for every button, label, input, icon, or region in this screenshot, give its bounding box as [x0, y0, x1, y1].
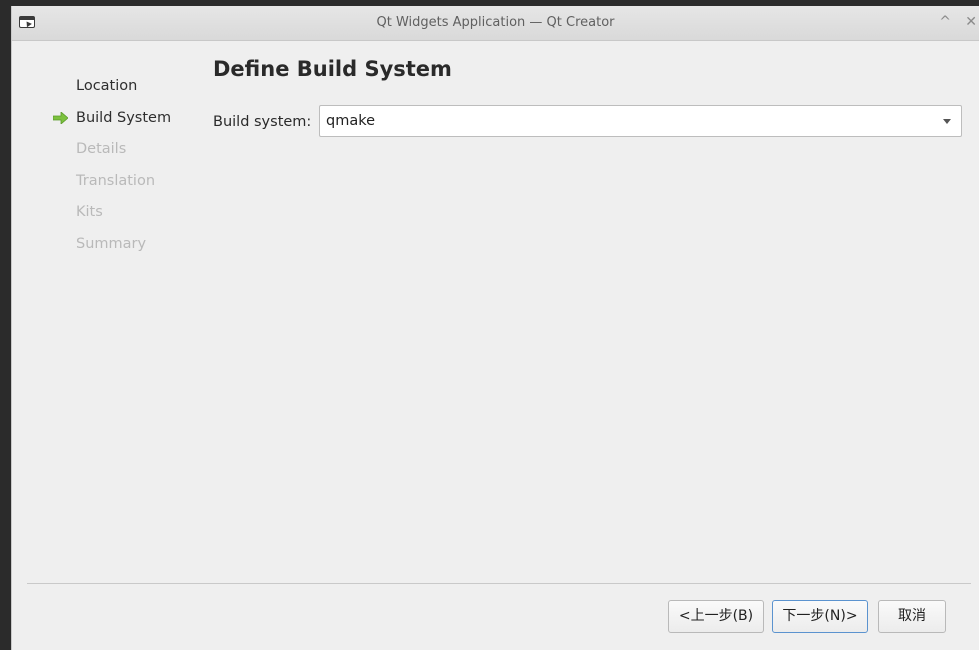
green-arrow-icon	[53, 111, 68, 124]
step-label: Build System	[76, 109, 172, 126]
wizard-window: Qt Widgets Application — Qt Creator ^ ✕ …	[11, 6, 979, 650]
build-system-value: qmake	[326, 113, 376, 129]
step-location: Location	[12, 78, 192, 110]
step-translation: Translation	[12, 173, 192, 205]
build-system-select[interactable]: qmake	[319, 105, 962, 137]
page-title: Define Build System	[213, 57, 452, 81]
shade-button[interactable]: ^	[939, 14, 951, 30]
back-button[interactable]: <上一步(B)	[668, 600, 764, 633]
step-summary: Summary	[12, 236, 192, 268]
window-title: Qt Widgets Application — Qt Creator	[376, 15, 615, 30]
step-details: Details	[12, 141, 192, 173]
step-kits: Kits	[12, 204, 192, 236]
step-label: Location	[76, 78, 138, 94]
step-build-system: Build System	[12, 110, 192, 142]
chevron-down-icon	[943, 119, 951, 124]
footer-divider	[27, 583, 971, 584]
step-label: Translation	[76, 172, 156, 189]
step-label: Kits	[76, 204, 103, 220]
title-bar[interactable]: Qt Widgets Application — Qt Creator ^ ✕	[12, 6, 979, 41]
build-system-label: Build system:	[213, 114, 312, 130]
step-label: Summary	[76, 235, 147, 252]
next-button[interactable]: 下一步(N)>	[772, 600, 868, 633]
cancel-button[interactable]: 取消	[878, 600, 946, 633]
step-label: Details	[76, 141, 127, 157]
close-button[interactable]: ✕	[965, 14, 977, 30]
wizard-steps: Location Build System Details Translatio…	[12, 78, 192, 267]
